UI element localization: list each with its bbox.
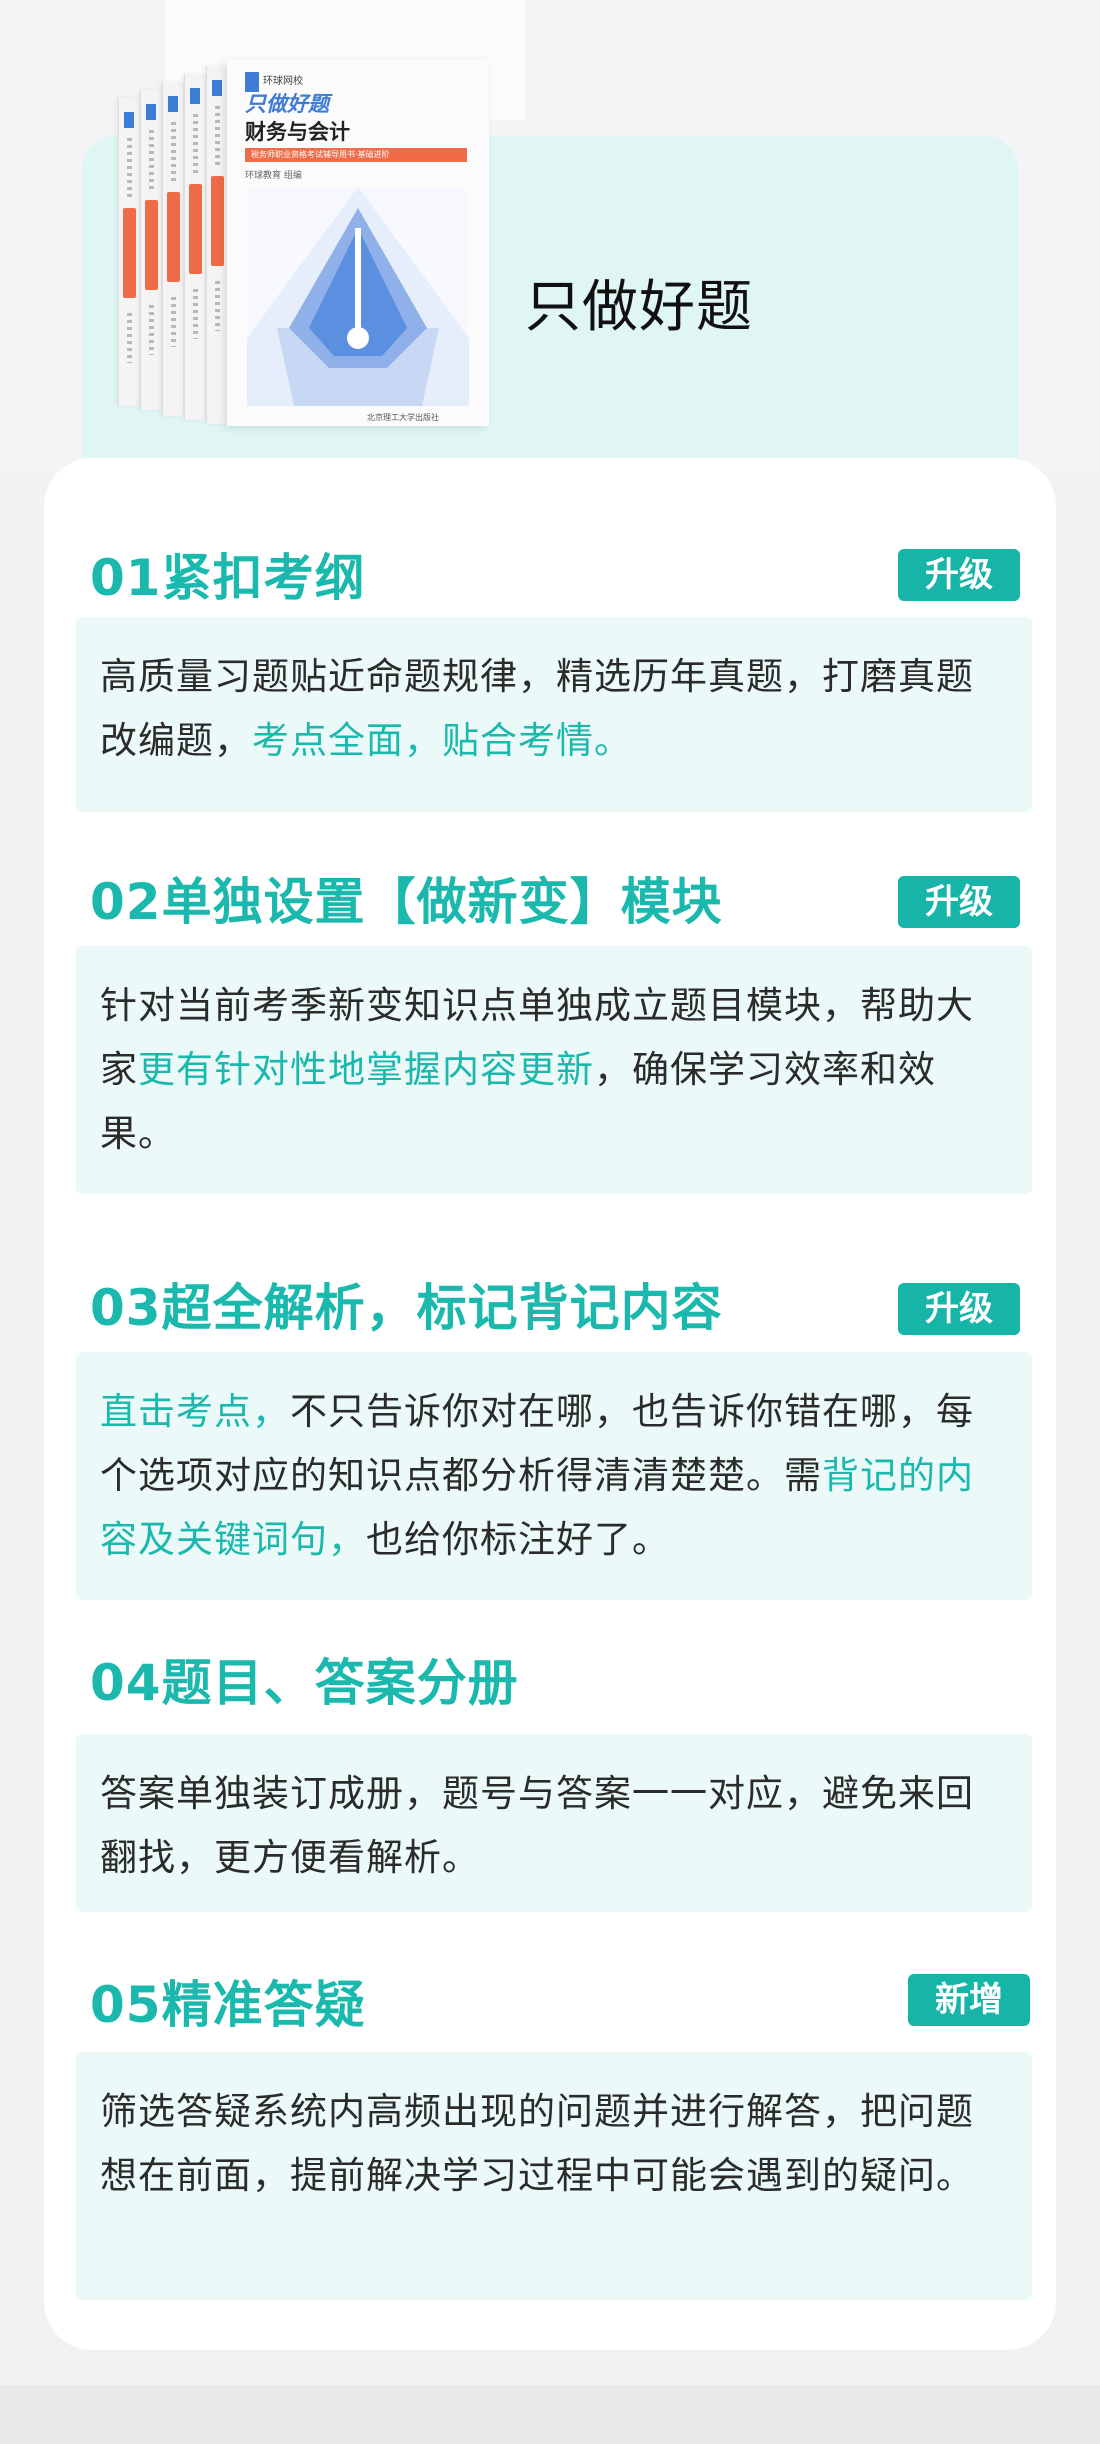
new-badge: 新增 [908,1974,1030,2026]
description-text: 答案单独装订成册，题号与答案一一对应，避免来回翻找，更方便看解析。 [100,1772,974,1879]
description-highlight: 直击考点， [100,1390,290,1433]
upgrade-badge: 升级 [898,876,1020,928]
book-spine [162,82,184,416]
bottom-strip [0,2385,1100,2444]
book-spine [184,74,206,420]
section-description: 高质量习题贴近命题规律，精选历年真题，打磨真题改编题，考点全面，贴合考情。 [76,617,1032,812]
cover-brand: 环球网校 [263,76,303,87]
section-title: 05精准答疑 [90,1976,366,2034]
cover-subject: 财务与会计 [245,120,350,144]
upgrade-badge: 升级 [898,549,1020,601]
section-description: 答案单独装订成册，题号与答案一一对应，避免来回翻找，更方便看解析。 [76,1734,1032,1912]
section-description: 筛选答疑系统内高频出现的问题并进行解答，把问题想在前面，提前解决学习过程中可能会… [76,2052,1032,2300]
section-description: 针对当前考季新变知识点单独成立题目模块，帮助大家更有针对性地掌握内容更新，确保学… [76,946,1032,1194]
cover-series: 只做好题 [245,92,329,116]
book-cover: 环球网校 只做好题 财务与会计 税务师职业资格考试辅导用书·基础进阶 环球教育 … [227,60,489,426]
section-title: 03超全解析，标记背记内容 [90,1279,723,1337]
cover-author: 环球教育 组编 [245,171,302,181]
section-title: 04题目、答案分册 [90,1654,519,1712]
section-description: 直击考点，不只告诉你对在哪，也告诉你错在哪，每个选项对应的知识点都分析得清清楚楚… [76,1352,1032,1600]
description-highlight: 更有针对性地掌握内容更新 [138,1048,594,1091]
section-title: 01紧扣考纲 [90,549,366,607]
upgrade-badge: 升级 [898,1283,1020,1335]
section-title: 02单独设置【做新变】模块 [90,873,723,931]
cover-publisher: 北京理工大学出版社 [367,413,439,422]
pen-nib-icon [247,188,469,406]
description-text: 也给你标注好了。 [366,1518,670,1561]
book-spine [118,98,140,406]
book-spine [140,90,162,410]
hero-title: 只做好题 [525,275,753,340]
cover-band: 税务师职业资格考试辅导用书·基础进阶 [245,148,467,162]
book-spine [206,66,228,424]
description-highlight: 考点全面，贴合考情。 [252,719,632,762]
description-text: 筛选答疑系统内高频出现的问题并进行解答，把问题想在前面，提前解决学习过程中可能会… [100,2090,974,2197]
